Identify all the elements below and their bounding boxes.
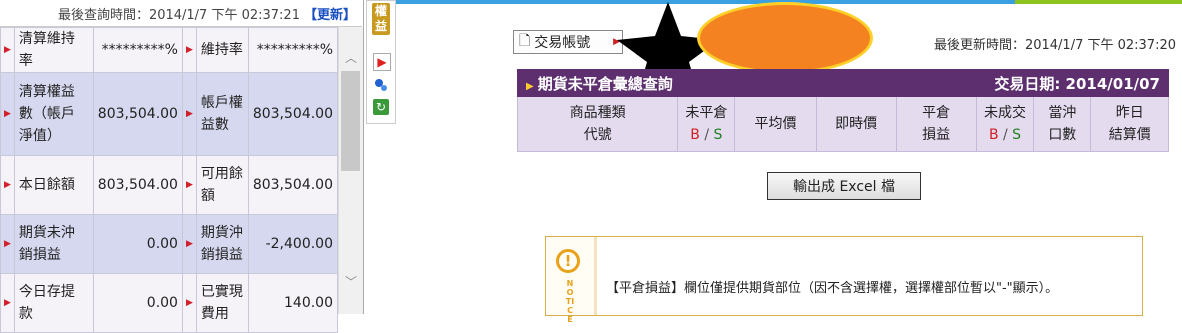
arrow-icon[interactable]: ▶ <box>181 27 197 73</box>
account-button-label: 交易帳號 <box>534 35 591 51</box>
column-header: 商品種類 代號 <box>516 96 679 152</box>
scroll-down-icon[interactable]: ﹀ <box>345 273 357 290</box>
column-header-line1: 昨日 <box>1115 105 1144 121</box>
arrow-icon[interactable]: ▶ <box>0 155 15 215</box>
arrow-icon[interactable]: ▶ <box>0 273 15 333</box>
panel-divider <box>363 0 364 314</box>
rights-value: 803,504.00 <box>92 72 183 156</box>
separator: / <box>699 127 714 143</box>
buy-sell-label: B / S <box>978 124 1032 146</box>
panel-scrollbar[interactable]: ︿ ﹀ <box>338 27 363 314</box>
scroll-up-icon[interactable]: ︿ <box>345 49 357 66</box>
rights-label-2: 維持率 <box>195 27 249 73</box>
arrow-icon[interactable]: ▶ <box>181 155 197 215</box>
column-header: 即時價 <box>815 96 897 152</box>
account-button[interactable]: 🗋 交易帳號 ▶ <box>513 30 623 54</box>
rights-value-2: -2,400.00 <box>247 214 339 274</box>
rights-value-2: 803,504.00 <box>247 72 339 156</box>
notice-box: ! NOTICE 【平倉損益】欄位僅提供期貨部位（因不含選擇權，選擇權部位暫以"… <box>545 236 1143 324</box>
column-header-line1: 當沖 <box>1048 105 1077 121</box>
pin-icon[interactable] <box>373 77 389 93</box>
rights-value: 0.00 <box>92 214 183 274</box>
column-header-line2: 結算價 <box>1108 127 1151 143</box>
rights-tag[interactable]: 權益 <box>372 3 390 35</box>
refresh-icon[interactable]: ↻ <box>373 99 389 115</box>
arrow-icon[interactable]: ▶ <box>0 27 15 73</box>
column-header-line2: 代號 <box>583 127 612 143</box>
rights-panel: 最後查詢時間：2014/1/7 下午 02:37:21 【更新】 ▶ 清算維持率 *… <box>0 0 396 333</box>
rights-row: ▶ 今日存提款 0.00 ▶ 已實現費用 140.00 <box>0 273 339 333</box>
rights-label-2: 帳戶權益數 <box>195 72 249 156</box>
arrow-icon[interactable]: ▶ <box>181 214 197 274</box>
rights-value: 803,504.00 <box>92 155 183 215</box>
scroll-thumb[interactable] <box>341 71 360 171</box>
top-accent-green <box>1015 0 1182 4</box>
positions-columns: 商品種類 代號 未平倉 B / S 平均價 即時價 平倉 損益 未成交 B / S 當沖 口數 昨日 結算… <box>516 96 1169 152</box>
last-update-time: 最後更新時間：2014/1/7 下午 02:37:20 <box>933 38 1176 53</box>
column-header-line2: 損益 <box>922 127 951 143</box>
buy-label: B <box>690 127 700 143</box>
column-header-line1: 未成交 <box>984 105 1026 121</box>
rights-value: *********% <box>92 27 183 73</box>
rights-value: 0.00 <box>92 273 183 333</box>
positions-title: 期貨未平倉彙總查詢 <box>537 74 673 93</box>
rights-label: 本日餘額 <box>13 155 94 215</box>
notice-side: ! NOTICE <box>546 237 597 324</box>
query-bar: 最後查詢時間：2014/1/7 下午 02:37:21 【更新】 <box>0 0 362 27</box>
rights-label: 清算權益數（帳戶淨值） <box>13 72 94 156</box>
positions-table: ▶ 期貨未平倉彙總查詢 交易日期: 2014/01/07 商品種類 代號 未平倉 B /… <box>516 69 1169 152</box>
column-header-line1: 商品種類 <box>569 105 626 121</box>
document-icon: 🗋 <box>519 33 531 49</box>
column-header: 當沖 口數 <box>1033 96 1092 152</box>
export-excel-button[interactable]: 輸出成 Excel 檔 <box>767 172 921 200</box>
sell-label: S <box>713 127 723 143</box>
play-icon[interactable]: ▶ <box>373 53 391 71</box>
separator: / <box>998 127 1013 143</box>
rights-row: ▶ 清算權益數（帳戶淨值） 803,504.00 ▶ 帳戶權益數 803,504.00 <box>0 72 339 156</box>
refresh-link[interactable]: 【更新】 <box>304 4 356 23</box>
column-header-line1: 平均價 <box>754 116 797 132</box>
column-header-line1: 平倉 <box>922 105 951 121</box>
arrow-icon[interactable]: ▶ <box>0 214 15 274</box>
column-header: 未成交 B / S <box>975 96 1035 152</box>
rights-value-2: *********% <box>247 27 339 73</box>
trade-date: 交易日期: 2014/01/07 <box>895 69 1169 97</box>
sell-label: S <box>1012 127 1022 143</box>
redaction-oval <box>697 2 873 74</box>
column-header: 平倉 損益 <box>895 96 977 152</box>
rights-row: ▶ 期貨未沖銷損益 0.00 ▶ 期貨沖銷損益 -2,400.00 <box>0 214 339 274</box>
notice-vertical-label: NOTICE <box>565 279 575 324</box>
column-header: 未平倉 B / S <box>677 96 736 152</box>
rights-label-2: 已實現費用 <box>195 273 249 333</box>
column-header: 平均價 <box>734 96 817 152</box>
rights-label: 期貨未沖銷損益 <box>13 214 94 274</box>
rights-label: 今日存提款 <box>13 273 94 333</box>
buy-sell-label: B / S <box>679 124 733 146</box>
positions-header: ▶ 期貨未平倉彙總查詢 交易日期: 2014/01/07 <box>517 69 1169 97</box>
rights-table: ▶ 清算維持率 *********% ▶ 維持率 *********% ▶ 清算權益數（帳戶淨… <box>0 27 339 333</box>
rights-row: ▶ 清算維持率 *********% ▶ 維持率 *********% <box>0 27 339 73</box>
column-header-line1: 即時價 <box>835 116 878 132</box>
arrow-icon[interactable]: ▶ <box>0 72 15 156</box>
arrow-icon[interactable]: ▶ <box>181 72 197 156</box>
positions-title-cell: ▶ 期貨未平倉彙總查詢 <box>517 69 897 97</box>
rights-label-2: 可用餘額 <box>195 155 249 215</box>
rights-row: ▶ 本日餘額 803,504.00 ▶ 可用餘額 803,504.00 <box>0 155 339 215</box>
column-header-line2: 口數 <box>1048 127 1077 143</box>
bullet-icon: ▶ <box>526 80 534 92</box>
notice-text: 【平倉損益】欄位僅提供期貨部位（因不含選擇權，選擇權部位暫以"-"顯示）。 <box>606 281 1059 296</box>
column-header: 昨日 結算價 <box>1090 96 1169 152</box>
arrow-icon[interactable]: ▶ <box>181 273 197 333</box>
buy-label: B <box>988 127 999 143</box>
rights-value-2: 140.00 <box>247 273 339 333</box>
last-query-time: 最後查詢時間：2014/1/7 下午 02:37:21 <box>57 7 300 23</box>
rights-label-2: 期貨沖銷損益 <box>195 214 249 274</box>
rights-value-2: 803,504.00 <box>247 155 339 215</box>
tool-column: 權益 ▶ ↻ <box>366 0 396 124</box>
column-header-line1: 未平倉 <box>685 105 728 121</box>
rights-label: 清算維持率 <box>13 27 94 73</box>
warning-icon: ! <box>556 249 580 273</box>
